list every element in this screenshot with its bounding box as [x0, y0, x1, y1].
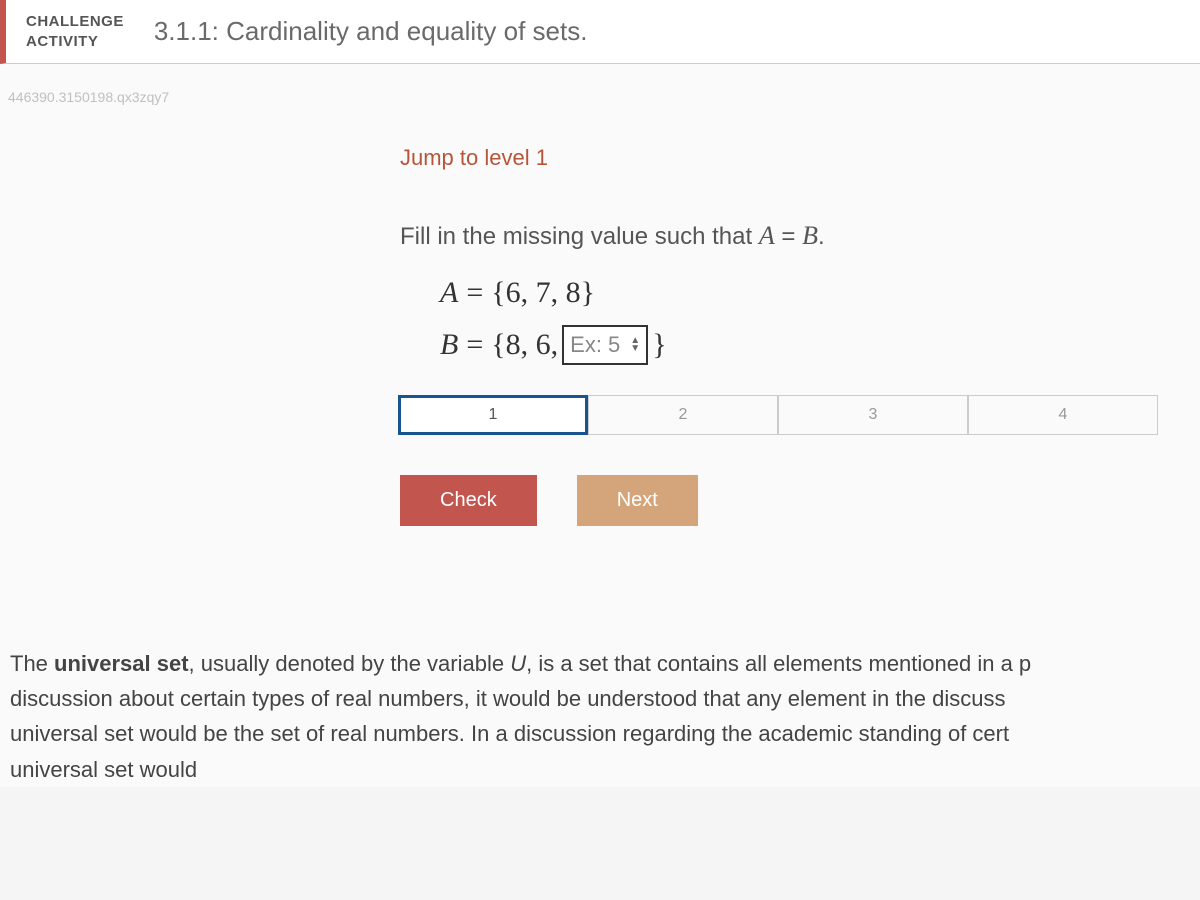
eq-b-equals: =: [466, 328, 483, 362]
step-2[interactable]: 2: [588, 395, 778, 435]
question-prompt: Fill in the missing value such that A = …: [400, 221, 1200, 251]
footer-line3: universal set would be the set of real n…: [10, 721, 1009, 746]
check-button[interactable]: Check: [400, 475, 537, 526]
step-4[interactable]: 4: [968, 395, 1158, 435]
next-button[interactable]: Next: [577, 475, 698, 526]
label-line2: ACTIVITY: [26, 32, 124, 52]
eq-b-var: B: [440, 328, 458, 362]
eq-b-close: }: [652, 328, 666, 362]
var-b: B: [802, 221, 818, 250]
input-placeholder: Ex: 5: [570, 332, 620, 358]
content-area: Jump to level 1 Fill in the missing valu…: [0, 105, 1200, 556]
step-1[interactable]: 1: [398, 395, 588, 435]
activity-title: 3.1.1: Cardinality and equality of sets.: [154, 16, 588, 47]
label-line1: CHALLENGE: [26, 12, 124, 32]
eq-b-open: {8, 6,: [491, 328, 558, 362]
answer-input[interactable]: Ex: 5 ▲ ▼: [562, 325, 648, 365]
prompt-prefix: Fill in the missing value such that: [400, 223, 759, 250]
equals-sign: =: [775, 223, 802, 250]
number-stepper[interactable]: ▲ ▼: [630, 337, 640, 353]
footer-var-u: U: [510, 651, 526, 676]
footer-pre: The: [10, 651, 54, 676]
equation-a: A = {6, 7, 8}: [440, 276, 1200, 310]
progress-steps: 1 2 3 4: [398, 395, 1200, 435]
footer-line2: discussion about certain types of real n…: [10, 686, 1005, 711]
stepper-down-icon[interactable]: ▼: [630, 345, 640, 353]
footer-mid: , usually denoted by the variable: [189, 651, 511, 676]
action-buttons: Check Next: [400, 475, 1200, 526]
footer-bold: universal set: [54, 651, 189, 676]
activity-label: CHALLENGE ACTIVITY: [26, 12, 124, 51]
watermark-text: 446390.3150198.qx3zqy7: [8, 89, 1200, 105]
footer-line4: universal set would: [10, 757, 197, 782]
period: .: [818, 223, 825, 250]
activity-header: CHALLENGE ACTIVITY 3.1.1: Cardinality an…: [0, 0, 1200, 64]
eq-a-set: {6, 7, 8}: [491, 276, 595, 310]
eq-a-var: A: [440, 276, 458, 310]
footer-post: , is a set that contains all elements me…: [526, 651, 1031, 676]
var-a: A: [759, 221, 775, 250]
step-3[interactable]: 3: [778, 395, 968, 435]
jump-to-level-link[interactable]: Jump to level 1: [400, 145, 548, 171]
eq-a-equals: =: [466, 276, 483, 310]
equation-b: B = {8, 6, Ex: 5 ▲ ▼ }: [440, 325, 1200, 365]
footer-paragraph: The universal set, usually denoted by th…: [0, 646, 1200, 787]
